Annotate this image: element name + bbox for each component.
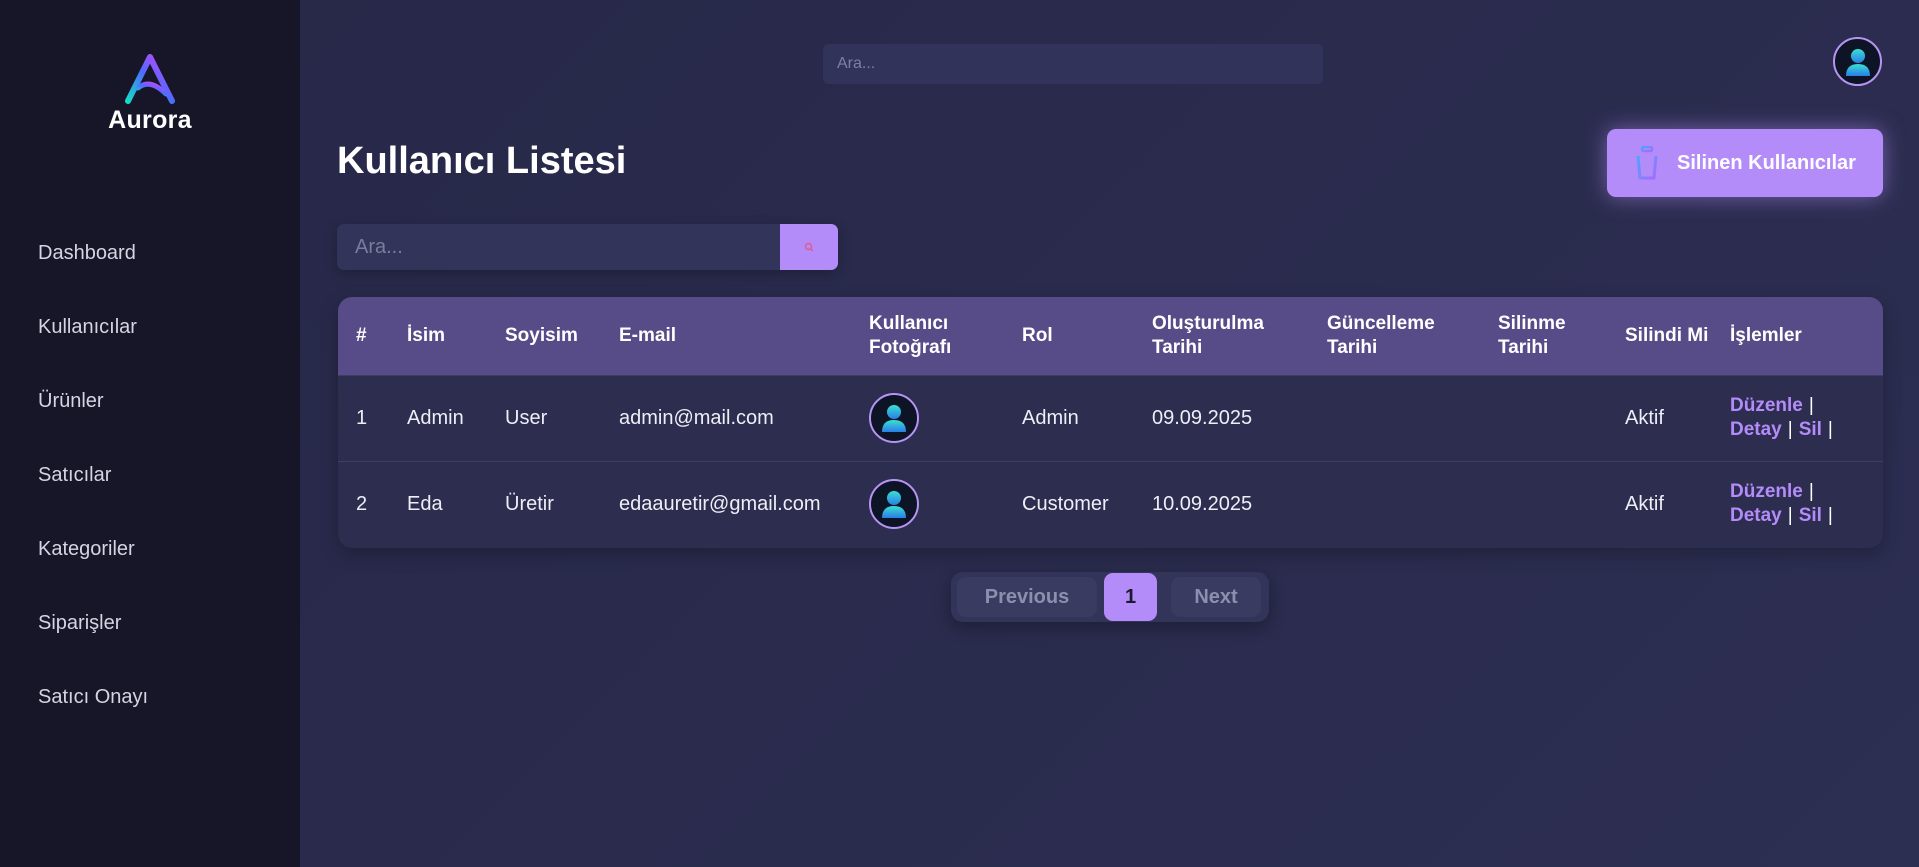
user-search-input[interactable] — [337, 224, 780, 270]
cell-first-name: Admin — [407, 406, 464, 429]
sidebar-item-products[interactable]: Ürünler — [0, 368, 300, 442]
action-separator: | — [1827, 505, 1833, 527]
cell-last-name: User — [505, 406, 548, 429]
cell-status: Aktif — [1625, 492, 1664, 515]
cell-first-name: Eda — [407, 492, 443, 515]
cell-status: Aktif — [1625, 406, 1664, 429]
action-separator: | — [1787, 505, 1793, 527]
delete-link[interactable]: Sil — [1799, 505, 1822, 526]
delete-link[interactable]: Sil — [1799, 419, 1822, 440]
user-photo — [869, 393, 919, 443]
profile-avatar[interactable] — [1833, 37, 1882, 86]
action-separator: | — [1808, 481, 1814, 503]
brand-name: Aurora — [108, 106, 192, 134]
column-header: İsim — [407, 324, 446, 346]
edit-link[interactable]: Düzenle — [1730, 395, 1803, 416]
cell-created: 09.09.2025 — [1152, 406, 1253, 429]
cell-role: Admin — [1022, 406, 1079, 429]
cell-id: 2 — [356, 492, 368, 515]
user-search-bar — [337, 224, 838, 270]
column-header: Soyisim — [505, 324, 578, 346]
column-header: E-mail — [619, 324, 677, 346]
cell-last-name: Üretir — [505, 492, 554, 515]
column-header: Kullanıcı Fotoğrafı — [869, 312, 952, 358]
detail-link[interactable]: Detay — [1730, 505, 1782, 526]
table-row: 2 Eda Üretir edaauretir@gmail.com Custom… — [338, 461, 1883, 547]
column-header: İşlemler — [1730, 324, 1802, 346]
previous-page-button[interactable]: Previous — [957, 577, 1097, 617]
deleted-users-label: Silinen Kullanıcılar — [1677, 151, 1856, 174]
sidebar-item-dashboard[interactable]: Dashboard — [0, 220, 300, 294]
column-header: Güncelleme Tarihi — [1327, 312, 1435, 358]
cell-photo — [851, 461, 1004, 547]
column-header: Silinme Tarihi — [1498, 312, 1566, 358]
users-table: # İsim Soyisim E-mail Kullanıcı Fotoğraf… — [338, 297, 1883, 548]
detail-link[interactable]: Detay — [1730, 419, 1782, 440]
search-icon — [804, 242, 814, 252]
cell-deleted-at — [1480, 461, 1607, 547]
page-number-button[interactable]: 1 — [1104, 573, 1157, 621]
cell-role: Customer — [1022, 492, 1109, 515]
trash-icon — [1633, 146, 1661, 180]
sidebar-item-seller-approval[interactable]: Satıcı Onayı — [0, 664, 300, 738]
pagination: Previous 1 Next — [951, 572, 1269, 622]
user-avatar-icon — [882, 491, 906, 519]
action-separator: | — [1808, 395, 1814, 416]
user-photo — [869, 479, 919, 530]
cell-email: edaauretir@gmail.com — [619, 492, 821, 515]
sidebar-item-categories[interactable]: Kategoriler — [0, 516, 300, 590]
user-search-button[interactable] — [780, 224, 838, 270]
cell-updated — [1309, 461, 1480, 547]
table-row: 1 Admin User admin@mail.com Admin 09.09.… — [338, 375, 1883, 461]
user-avatar-icon — [882, 405, 906, 432]
cell-id: 1 — [356, 406, 368, 429]
header-search-input[interactable] — [823, 44, 1323, 84]
page-title: Kullanıcı Listesi — [337, 140, 627, 182]
cell-photo — [851, 375, 1004, 461]
cell-actions: Düzenle | Detay | Sil | — [1712, 375, 1883, 461]
aurora-logo-icon — [125, 54, 175, 104]
sidebar-nav: Dashboard Kullanıcılar Ürünler Satıcılar… — [0, 220, 300, 738]
column-header: Rol — [1022, 324, 1053, 346]
brand-logo[interactable]: Aurora — [0, 54, 300, 135]
sidebar-item-orders[interactable]: Siparişler — [0, 590, 300, 664]
deleted-users-button[interactable]: Silinen Kullanıcılar — [1607, 129, 1883, 197]
action-separator: | — [1787, 419, 1793, 440]
column-header: # — [356, 324, 367, 346]
action-separator: | — [1827, 419, 1833, 440]
sidebar-item-users[interactable]: Kullanıcılar — [0, 294, 300, 368]
sidebar-item-sellers[interactable]: Satıcılar — [0, 442, 300, 516]
edit-link[interactable]: Düzenle — [1730, 481, 1803, 502]
cell-actions: Düzenle | Detay | Sil | — [1712, 461, 1883, 547]
cell-updated — [1309, 375, 1480, 461]
column-header: Silindi Mi — [1625, 324, 1709, 346]
cell-email: admin@mail.com — [619, 406, 774, 429]
user-avatar-icon — [1845, 48, 1870, 76]
cell-deleted-at — [1480, 375, 1607, 461]
sidebar: Aurora Dashboard Kullanıcılar Ürünler Sa… — [0, 0, 300, 867]
column-header: Oluşturulma Tarihi — [1152, 312, 1264, 358]
next-page-button[interactable]: Next — [1171, 577, 1261, 617]
cell-created: 10.09.2025 — [1152, 492, 1253, 515]
table-header-row: # İsim Soyisim E-mail Kullanıcı Fotoğraf… — [338, 297, 1883, 375]
